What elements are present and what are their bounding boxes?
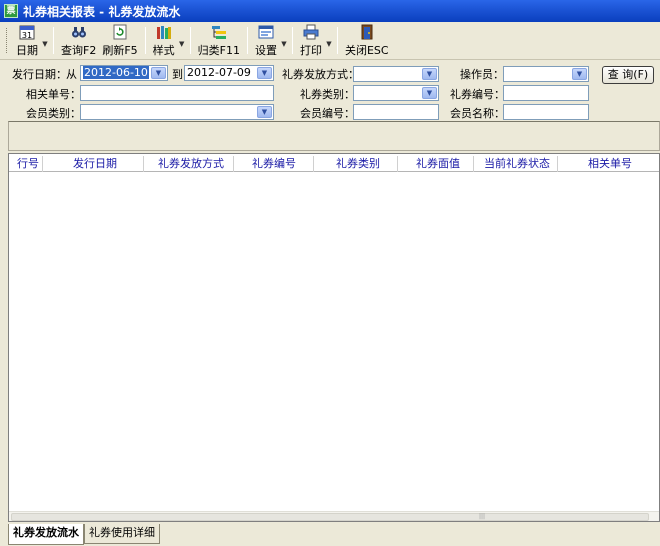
column-header[interactable]: 当前礼券状态	[474, 156, 558, 172]
toolbar-separator	[246, 27, 248, 54]
app-icon: 票	[4, 4, 18, 18]
calendar-icon: 31	[19, 24, 35, 40]
chevron-down-icon[interactable]: ▼	[257, 67, 272, 79]
toolbar-grip[interactable]	[6, 28, 9, 53]
title-bar: 票 礼券相关报表 - 礼券发放流水	[0, 0, 660, 22]
coupon-no-input[interactable]	[503, 85, 589, 101]
style-dropdown-arrow[interactable]: ▼	[178, 22, 186, 59]
date-dropdown-arrow[interactable]: ▼	[41, 22, 49, 59]
member-no-label: 会员编号：	[300, 107, 355, 120]
from-date-picker[interactable]: 2012-06-10 ▼	[80, 65, 168, 81]
tab-strip: 礼券发放流水 礼券使用详细	[8, 524, 660, 546]
scrollbar-thumb[interactable]	[11, 513, 649, 521]
column-header[interactable]: 相关单号	[558, 156, 659, 172]
query-f2-button[interactable]: 查询F2	[58, 22, 99, 60]
member-type-label: 会员类别：	[26, 107, 81, 120]
to-date-value: 2012-07-09	[187, 66, 251, 79]
query-f2-label: 查询F2	[61, 44, 97, 57]
binoculars-icon	[71, 24, 87, 40]
issue-method-label: 礼券发放方式：	[282, 68, 359, 81]
column-header[interactable]: 发行日期	[43, 156, 144, 172]
horizontal-scrollbar[interactable]: |||	[9, 511, 659, 521]
chevron-down-icon[interactable]: ▼	[151, 67, 166, 79]
tab-coupon-issue-flow[interactable]: 礼券发放流水	[8, 524, 84, 545]
window-title: 礼券相关报表 - 礼券发放流水	[23, 4, 181, 19]
column-header[interactable]: 礼券类别	[314, 156, 398, 172]
summary-panel	[8, 121, 660, 151]
books-icon	[156, 24, 172, 40]
member-no-input[interactable]	[353, 104, 439, 120]
date-button-label: 日期	[16, 44, 38, 57]
chevron-down-icon[interactable]: ▼	[422, 68, 437, 80]
settings-icon	[258, 24, 274, 40]
chevron-down-icon[interactable]: ▼	[422, 87, 437, 99]
chevron-down-icon[interactable]: ▼	[257, 106, 272, 118]
door-exit-icon	[359, 24, 375, 40]
related-no-input[interactable]	[80, 85, 274, 101]
issue-date-label: 发行日期：	[12, 68, 67, 81]
settings-dropdown-arrow[interactable]: ▼	[280, 22, 288, 59]
coupon-type-label: 礼券类别：	[300, 88, 355, 101]
calendar-icon-text: 31	[22, 31, 32, 40]
printer-icon	[303, 24, 319, 40]
date-button[interactable]: 31 日期	[13, 22, 41, 60]
coupon-type-select[interactable]: ▼	[353, 85, 439, 101]
member-name-input[interactable]	[503, 104, 589, 120]
settings-label: 设置	[254, 44, 277, 57]
from-date-value: 2012-06-10	[83, 66, 149, 79]
query-button[interactable]: 查 询(F)	[602, 66, 654, 84]
refresh-icon	[112, 24, 128, 40]
group-f11-label: 归类F11	[197, 44, 240, 57]
issue-method-select[interactable]: ▼	[353, 66, 439, 82]
settings-button[interactable]: 设置	[252, 22, 280, 60]
close-esc-label: 关闭ESC	[344, 44, 389, 57]
to-label: 到	[172, 68, 183, 81]
chevron-down-icon[interactable]: ▼	[572, 68, 587, 80]
from-label: 从	[66, 68, 77, 81]
style-button[interactable]: 样式	[150, 22, 178, 60]
refresh-f5-label: 刷新F5	[102, 44, 138, 57]
refresh-f5-button[interactable]: 刷新F5	[99, 22, 140, 60]
group-icon	[211, 24, 227, 40]
close-esc-button[interactable]: 关闭ESC	[342, 22, 392, 60]
operator-label: 操作员：	[460, 68, 504, 81]
data-grid[interactable]: 行号 发行日期 礼券发放方式 礼券编号 礼券类别 礼券面值 当前礼券状态 相关单…	[8, 153, 660, 522]
print-button[interactable]: 打印	[297, 22, 325, 60]
column-header[interactable]: 礼券发放方式	[144, 156, 234, 172]
toolbar-separator	[336, 27, 338, 54]
related-no-label: 相关单号：	[26, 88, 81, 101]
operator-select[interactable]: ▼	[503, 66, 589, 82]
scrollbar-grip-icon: |||	[479, 513, 486, 520]
tab-coupon-usage-detail[interactable]: 礼券使用详细	[84, 524, 160, 544]
style-label: 样式	[152, 44, 175, 57]
toolbar: 31 日期 ▼ 查询F2 刷新F5 样式 ▼ 归类F11 设置 ▼ 打印 ▼ 关…	[0, 22, 660, 60]
member-type-select[interactable]: ▼	[80, 104, 274, 120]
print-dropdown-arrow[interactable]: ▼	[325, 22, 333, 59]
member-name-label: 会员名称：	[450, 107, 505, 120]
column-header[interactable]: 行号	[9, 156, 43, 172]
grid-header: 行号 发行日期 礼券发放方式 礼券编号 礼券类别 礼券面值 当前礼券状态 相关单…	[9, 156, 659, 172]
column-header[interactable]: 礼券编号	[234, 156, 314, 172]
toolbar-separator	[189, 27, 191, 54]
toolbar-separator	[144, 27, 146, 54]
toolbar-separator	[53, 27, 54, 54]
print-label: 打印	[299, 44, 322, 57]
coupon-no-label: 礼券编号：	[450, 88, 505, 101]
column-header[interactable]: 礼券面值	[398, 156, 474, 172]
to-date-picker[interactable]: 2012-07-09 ▼	[184, 65, 274, 81]
group-f11-button[interactable]: 归类F11	[195, 22, 243, 60]
filter-panel: 发行日期： 从 2012-06-10 ▼ 到 2012-07-09 ▼ 礼券发放…	[8, 62, 660, 122]
toolbar-separator	[291, 27, 293, 54]
